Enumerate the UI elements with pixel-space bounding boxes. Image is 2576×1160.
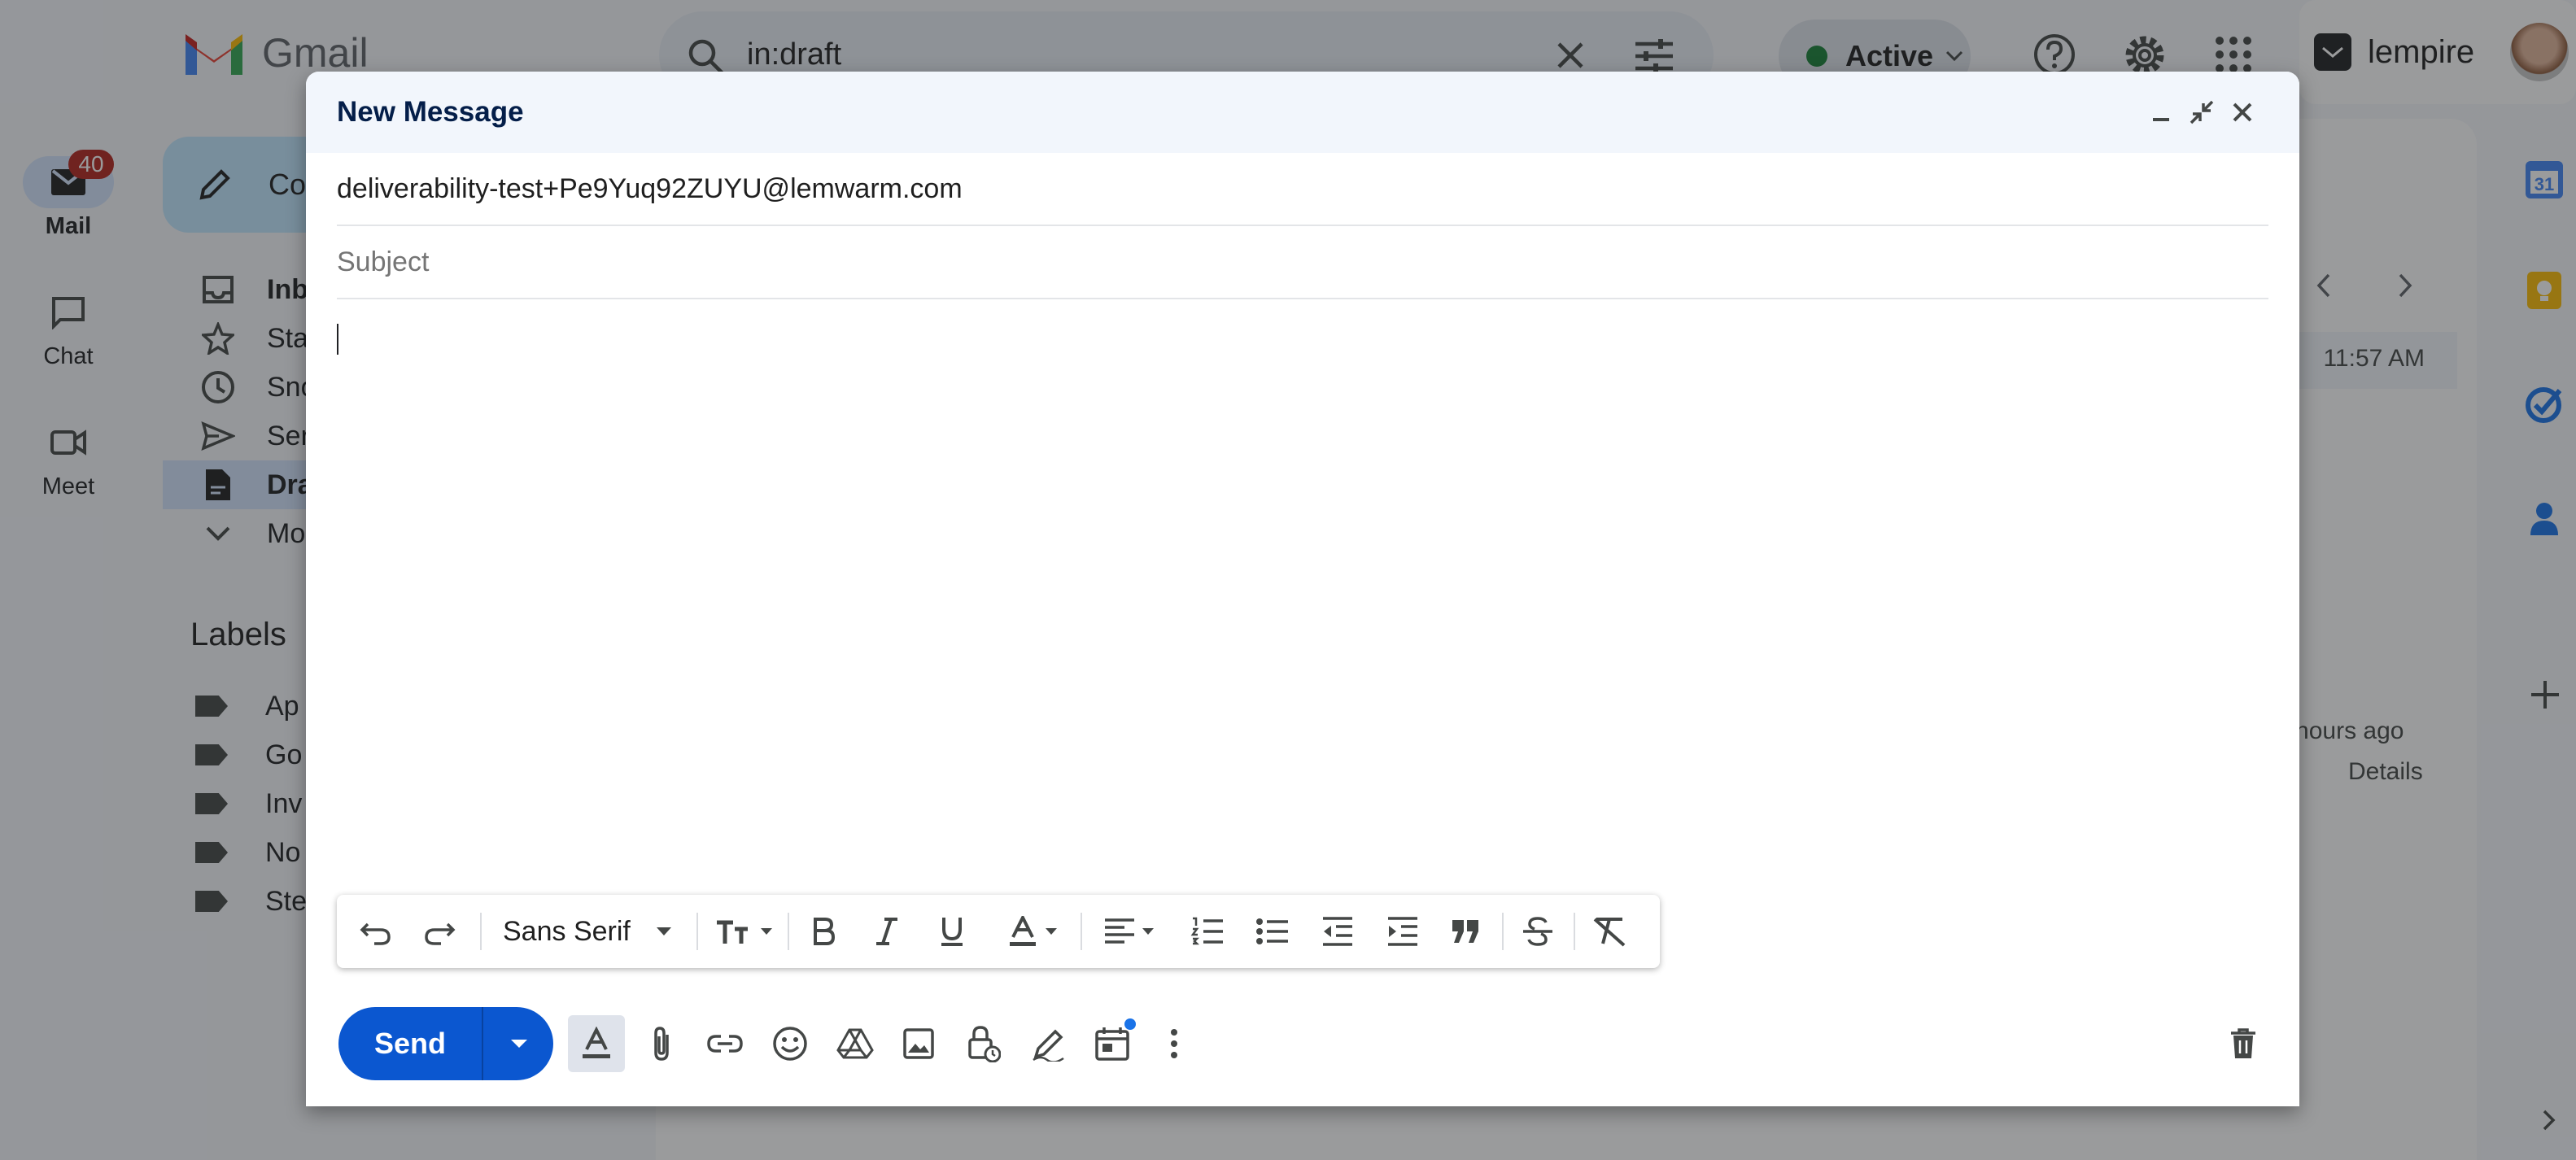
strikethrough-icon[interactable] xyxy=(1513,895,1562,968)
insert-signature-icon[interactable] xyxy=(1020,1015,1077,1072)
subject-field[interactable]: Subject xyxy=(337,226,2268,299)
exit-fullscreen-icon[interactable] xyxy=(2184,94,2220,130)
text-size-icon xyxy=(717,920,748,944)
bulleted-list-icon[interactable] xyxy=(1248,895,1297,968)
insert-photo-icon[interactable] xyxy=(890,1015,947,1072)
toolbar-divider xyxy=(1574,913,1575,950)
caret-down-icon xyxy=(1142,928,1154,935)
toolbar-divider xyxy=(1081,913,1082,950)
send-button[interactable]: Send xyxy=(338,1007,483,1080)
to-recipient[interactable]: deliverability-test+Pe9Yuq92ZUYU@lemwarm… xyxy=(337,173,963,205)
schedule-send-icon[interactable] xyxy=(1084,1015,1141,1072)
compose-header[interactable]: New Message xyxy=(306,72,2299,153)
to-field[interactable]: deliverability-test+Pe9Yuq92ZUYU@lemwarm… xyxy=(337,153,2268,226)
align-left-icon xyxy=(1105,918,1134,944)
indent-more-icon[interactable] xyxy=(1378,895,1427,968)
italic-icon[interactable] xyxy=(862,895,911,968)
confidential-mode-icon[interactable] xyxy=(955,1015,1012,1072)
numbered-list-icon[interactable] xyxy=(1183,895,1232,968)
toolbar-divider xyxy=(480,913,482,950)
send-button-group: Send xyxy=(338,1007,553,1080)
bold-icon[interactable] xyxy=(799,895,848,968)
font-family-label: Sans Serif xyxy=(503,915,631,947)
send-options-button[interactable] xyxy=(485,1007,553,1080)
font-family-select[interactable]: Sans Serif xyxy=(488,895,695,968)
undo-icon[interactable] xyxy=(353,895,399,968)
emoji-icon[interactable] xyxy=(762,1015,819,1072)
align-select[interactable] xyxy=(1090,895,1168,968)
formatting-options-icon[interactable] xyxy=(568,1015,625,1072)
caret-down-icon xyxy=(1046,928,1057,935)
more-options-icon[interactable] xyxy=(1146,1015,1203,1072)
text-caret xyxy=(337,324,338,355)
notification-dot xyxy=(1124,1018,1136,1030)
compose-dialog: New Message deliverability-test+Pe9Yuq92… xyxy=(306,72,2299,1106)
quote-icon[interactable] xyxy=(1442,895,1491,968)
toolbar-divider xyxy=(696,913,698,950)
toolbar-divider xyxy=(1502,913,1504,950)
minimize-icon[interactable] xyxy=(2143,94,2179,130)
redo-icon[interactable] xyxy=(417,895,462,968)
formatting-toolbar: Sans Serif xyxy=(337,895,1660,968)
text-color-icon xyxy=(1010,916,1036,946)
toolbar-divider xyxy=(788,913,789,950)
attach-file-icon[interactable] xyxy=(633,1015,690,1072)
caret-down-icon xyxy=(656,927,671,935)
message-body[interactable] xyxy=(337,312,2268,882)
indent-less-icon[interactable] xyxy=(1313,895,1362,968)
caret-down-icon xyxy=(761,928,772,935)
discard-draft-icon[interactable] xyxy=(2215,1015,2272,1072)
caret-down-icon xyxy=(511,1040,527,1048)
compose-title: New Message xyxy=(337,96,524,128)
subject-input[interactable]: Subject xyxy=(337,246,429,278)
text-color-select[interactable] xyxy=(994,895,1072,968)
font-size-select[interactable] xyxy=(705,895,784,968)
drive-icon[interactable] xyxy=(827,1015,884,1072)
insert-link-icon[interactable] xyxy=(696,1015,753,1072)
remove-formatting-icon[interactable] xyxy=(1585,895,1634,968)
close-icon[interactable] xyxy=(2225,94,2260,130)
underline-icon[interactable] xyxy=(928,895,976,968)
